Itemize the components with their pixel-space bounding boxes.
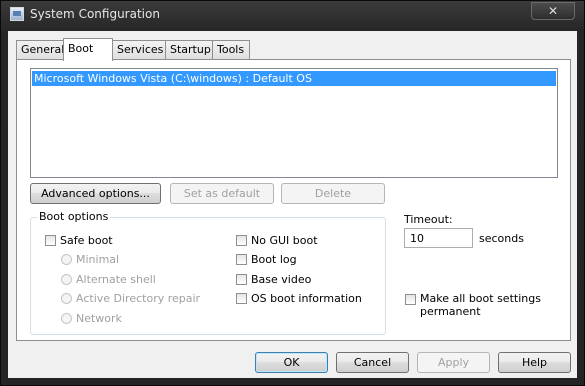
window-title: System Configuration: [30, 7, 160, 21]
boot-tab-panel: Microsoft Windows Vista (C:\windows) : D…: [16, 59, 571, 341]
network-radio[interactable]: Network: [61, 312, 122, 325]
boot-log-checkbox[interactable]: Boot log: [236, 253, 297, 266]
timeout-unit-label: seconds: [479, 232, 524, 245]
boot-log-label: Boot log: [251, 253, 297, 266]
timeout-label: Timeout:: [404, 213, 453, 226]
active-directory-repair-radio[interactable]: Active Directory repair: [61, 292, 200, 305]
checkbox-box[interactable]: [236, 274, 247, 285]
radio-dot[interactable]: [61, 293, 72, 304]
msconfig-icon: [10, 7, 24, 21]
os-boot-information-label: OS boot information: [251, 292, 362, 305]
make-permanent-checkbox[interactable]: Make all boot settings permanent: [405, 292, 541, 318]
timeout-input[interactable]: [404, 228, 473, 248]
boot-options-group: Boot options Safe boot Minimal Alternate…: [30, 210, 386, 335]
alternate-shell-label: Alternate shell: [76, 273, 156, 286]
minimal-label: Minimal: [76, 253, 120, 266]
safe-boot-checkbox[interactable]: Safe boot: [45, 234, 113, 247]
radio-dot[interactable]: [61, 313, 72, 324]
os-boot-information-checkbox[interactable]: OS boot information: [236, 292, 362, 305]
title-bar[interactable]: System Configuration ✕: [1, 1, 584, 31]
checkbox-box[interactable]: [236, 293, 247, 304]
apply-button[interactable]: Apply: [417, 352, 490, 373]
close-button[interactable]: ✕: [531, 2, 575, 20]
set-as-default-button[interactable]: Set as default: [170, 183, 274, 204]
alternate-shell-radio[interactable]: Alternate shell: [61, 273, 156, 286]
no-gui-boot-checkbox[interactable]: No GUI boot: [236, 234, 318, 247]
os-list[interactable]: Microsoft Windows Vista (C:\windows) : D…: [30, 68, 558, 178]
checkbox-box[interactable]: [236, 254, 247, 265]
tab-startup[interactable]: Startup: [165, 40, 213, 59]
active-directory-repair-label: Active Directory repair: [76, 292, 201, 305]
advanced-options-button[interactable]: Advanced options...: [30, 183, 161, 204]
make-permanent-line2: permanent: [420, 305, 481, 318]
boot-options-title: Boot options: [37, 210, 111, 223]
radio-dot[interactable]: [61, 254, 72, 265]
checkbox-box[interactable]: [45, 235, 56, 246]
no-gui-boot-label: No GUI boot: [251, 234, 318, 247]
checkbox-box[interactable]: [236, 235, 247, 246]
base-video-checkbox[interactable]: Base video: [236, 273, 311, 286]
tab-services[interactable]: Services: [112, 40, 166, 59]
base-video-label: Base video: [251, 273, 312, 286]
os-list-item[interactable]: Microsoft Windows Vista (C:\windows) : D…: [32, 71, 556, 86]
make-permanent-label: Make all boot settings permanent: [420, 292, 541, 318]
system-configuration-window: System Configuration ✕ General Boot Serv…: [0, 0, 585, 386]
minimal-radio[interactable]: Minimal: [61, 253, 119, 266]
help-button[interactable]: Help: [498, 352, 571, 373]
checkbox-box[interactable]: [405, 294, 416, 305]
cancel-button[interactable]: Cancel: [336, 352, 409, 373]
tab-general[interactable]: General: [16, 40, 64, 59]
ok-button[interactable]: OK: [255, 352, 328, 373]
dialog-client-area: General Boot Services Startup Tools Micr…: [8, 31, 577, 378]
safe-boot-label: Safe boot: [60, 234, 113, 247]
radio-dot[interactable]: [61, 274, 72, 285]
tab-boot[interactable]: Boot: [63, 38, 113, 61]
tab-tools[interactable]: Tools: [212, 40, 250, 59]
make-permanent-line1: Make all boot settings: [420, 292, 541, 305]
network-label: Network: [76, 312, 122, 325]
delete-button[interactable]: Delete: [281, 183, 385, 204]
